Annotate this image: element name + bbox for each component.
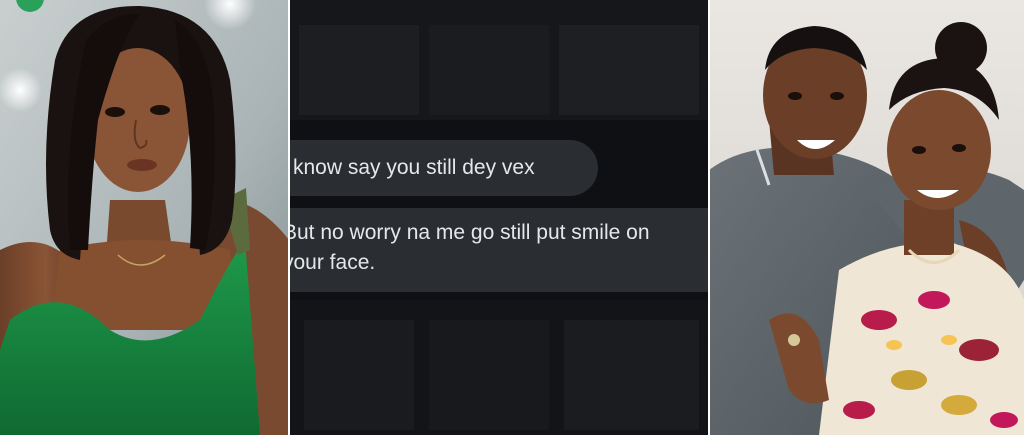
panel-divider [288,0,290,435]
chat-message-text: know say you still dey vex [293,156,535,179]
chat-message-text-line-2: your face. [289,251,376,274]
photo-collage: know say you still dey vex But no worry … [0,0,1024,435]
chat-message-text-line-1: But no worry na me go still put smile on [289,221,650,244]
woman-portrait-image [0,0,289,435]
left-portrait-photo [0,0,289,435]
man-and-woman-image [709,0,1024,435]
chat-screenshot: know say you still dey vex But no worry … [289,0,709,435]
chat-message-bubble: But no worry na me go still put smile on… [289,208,709,292]
panel-divider [708,0,710,435]
right-family-photo [709,0,1024,435]
chat-message-bubble: know say you still dey vex [289,140,598,196]
